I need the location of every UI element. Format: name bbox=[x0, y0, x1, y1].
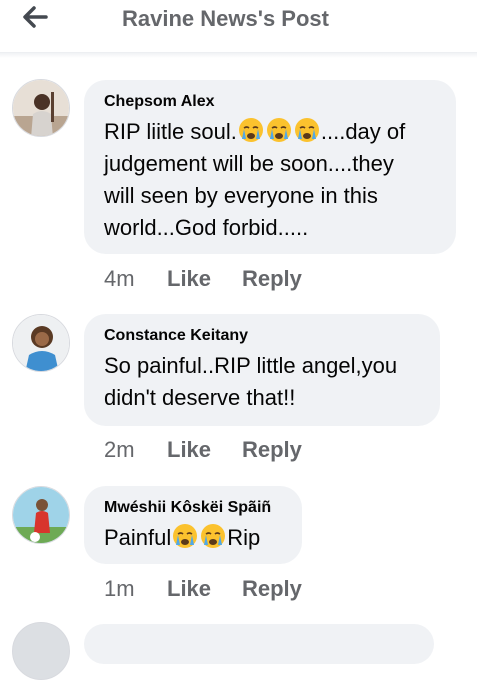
arrow-left-icon bbox=[23, 6, 48, 28]
header-divider bbox=[0, 52, 477, 58]
avatar[interactable] bbox=[12, 486, 70, 544]
avatar[interactable] bbox=[12, 79, 70, 137]
comment-timestamp: 1m bbox=[104, 576, 135, 601]
like-button[interactable]: Like bbox=[167, 437, 211, 463]
like-button[interactable]: Like bbox=[167, 266, 211, 292]
reply-button[interactable]: Reply bbox=[242, 437, 302, 463]
crying-face-icon bbox=[238, 118, 263, 142]
crying-face-icon bbox=[201, 524, 226, 548]
comment-text-part: Rip bbox=[227, 525, 261, 550]
comment-author[interactable]: Constance Keitany bbox=[104, 326, 420, 346]
crying-face-icon bbox=[266, 118, 291, 142]
comment-timestamp: 4m bbox=[104, 266, 135, 291]
avatar-image bbox=[13, 487, 69, 543]
comment-text: So painful..RIP little angel,you didn't … bbox=[104, 353, 398, 410]
post-header: Ravine News's Post bbox=[0, 0, 477, 53]
reply-button[interactable]: Reply bbox=[242, 266, 302, 292]
like-button[interactable]: Like bbox=[167, 576, 211, 602]
crying-face-icon bbox=[294, 118, 319, 142]
comment-timestamp: 2m bbox=[104, 437, 135, 462]
comment-text-part: Painful bbox=[104, 525, 172, 550]
comment-text: Painful Rip bbox=[104, 522, 282, 554]
comment-author[interactable]: Chepsom Alex bbox=[104, 92, 436, 112]
emoji-group bbox=[171, 524, 227, 550]
comment-author[interactable]: Mwéshii Kôskëi Spãiñ bbox=[104, 498, 282, 518]
emoji-group bbox=[237, 118, 321, 144]
avatar-image bbox=[13, 80, 69, 136]
reply-button[interactable]: Reply bbox=[242, 576, 302, 602]
comment-bubble: Constance Keitany So painful..RIP little… bbox=[84, 314, 440, 426]
back-button[interactable] bbox=[18, 2, 52, 32]
comment-bubble bbox=[84, 624, 434, 664]
comment-text: RIP liitle soul. ....day of judgement wil… bbox=[104, 116, 436, 244]
comment-text-part: RIP liitle soul. bbox=[104, 119, 237, 144]
avatar[interactable] bbox=[12, 314, 70, 372]
crying-face-icon bbox=[173, 524, 198, 548]
page-title: Ravine News's Post bbox=[122, 6, 329, 31]
avatar-image bbox=[13, 315, 69, 371]
comment-bubble: Chepsom Alex RIP liitle soul. ....day of … bbox=[84, 80, 456, 254]
comment-bubble: Mwéshii Kôskëi Spãiñ Painful Rip bbox=[84, 486, 302, 564]
